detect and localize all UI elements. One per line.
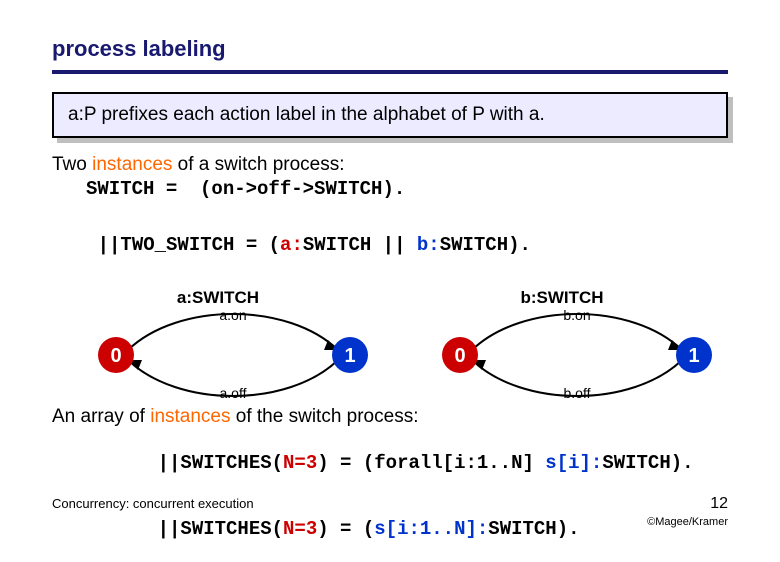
code-two-switch: ||TWO_SWITCH = (a:SWITCH || b:SWITCH).: [52, 212, 728, 278]
lts-a-state-0: 0: [110, 345, 121, 367]
code-sw1-d: SWITCH).: [602, 452, 693, 474]
lts-b-state-1: 1: [688, 345, 699, 367]
code-switch: SWITCH = (on->off->SWITCH).: [86, 178, 728, 200]
code-two-switch-pre: ||TWO_SWITCH = (: [98, 234, 280, 256]
lts-b-state-0: 0: [454, 345, 465, 367]
code-two-switch-a: a:: [280, 234, 303, 256]
slide-root: process labeling a:P prefixes each actio…: [0, 0, 780, 540]
code-sw1-c: s[i]:: [545, 452, 602, 474]
slide-footer: Concurrency: concurrent execution 12 ©Ma…: [52, 495, 728, 528]
lts-b-title: b:SWITCH: [402, 288, 722, 308]
code-switches-1: ||SWITCHES(N=3) = (forall[i:1..N] s[i]:S…: [112, 430, 728, 496]
lts-a-on-label: a.on: [219, 310, 246, 323]
lts-a-title: a:SWITCH: [58, 288, 378, 308]
lts-b-on-label: b.on: [563, 310, 590, 323]
two-instances-post: of a switch process:: [172, 154, 344, 175]
page-number: 12: [710, 495, 728, 512]
array-instances-em: instances: [150, 406, 230, 427]
code-two-switch-b: b:: [417, 234, 440, 256]
lts-diagram-row: a:SWITCH a.on a.off 0 1 b:SWITCH: [52, 288, 728, 400]
footer-left: Concurrency: concurrent execution: [52, 496, 254, 511]
array-instances-post: of the switch process:: [231, 406, 419, 427]
copyright: ©Magee/Kramer: [647, 516, 728, 528]
two-instances-line: Two instances of a switch process:: [52, 154, 728, 176]
lts-b-svg: b.on b.off 0 1: [402, 310, 722, 400]
code-two-switch-mid1: SWITCH ||: [303, 234, 417, 256]
code-sw1-b: ) = (forall[i:1..N]: [317, 452, 545, 474]
code-sw1-a: ||SWITCHES(: [158, 452, 283, 474]
title-underline: [52, 70, 728, 74]
lts-a-off-label: a.off: [220, 385, 247, 400]
code-two-switch-mid2: SWITCH).: [440, 234, 531, 256]
array-instances-pre: An array of: [52, 406, 150, 427]
code-sw1-n: N=3: [283, 452, 317, 474]
definition-box: a:P prefixes each action label in the al…: [52, 92, 728, 138]
two-instances-em: instances: [92, 154, 172, 175]
lts-b: b:SWITCH b.on b.off 0 1: [402, 288, 722, 400]
lts-a-state-1: 1: [344, 345, 355, 367]
lts-b-off-label: b.off: [564, 385, 591, 400]
lts-a: a:SWITCH a.on a.off 0 1: [58, 288, 378, 400]
lts-a-svg: a.on a.off 0 1: [58, 310, 378, 400]
slide-title: process labeling: [52, 36, 728, 62]
array-instances-line: An array of instances of the switch proc…: [52, 406, 728, 428]
definition-text: a:P prefixes each action label in the al…: [52, 92, 728, 138]
two-instances-pre: Two: [52, 154, 92, 175]
